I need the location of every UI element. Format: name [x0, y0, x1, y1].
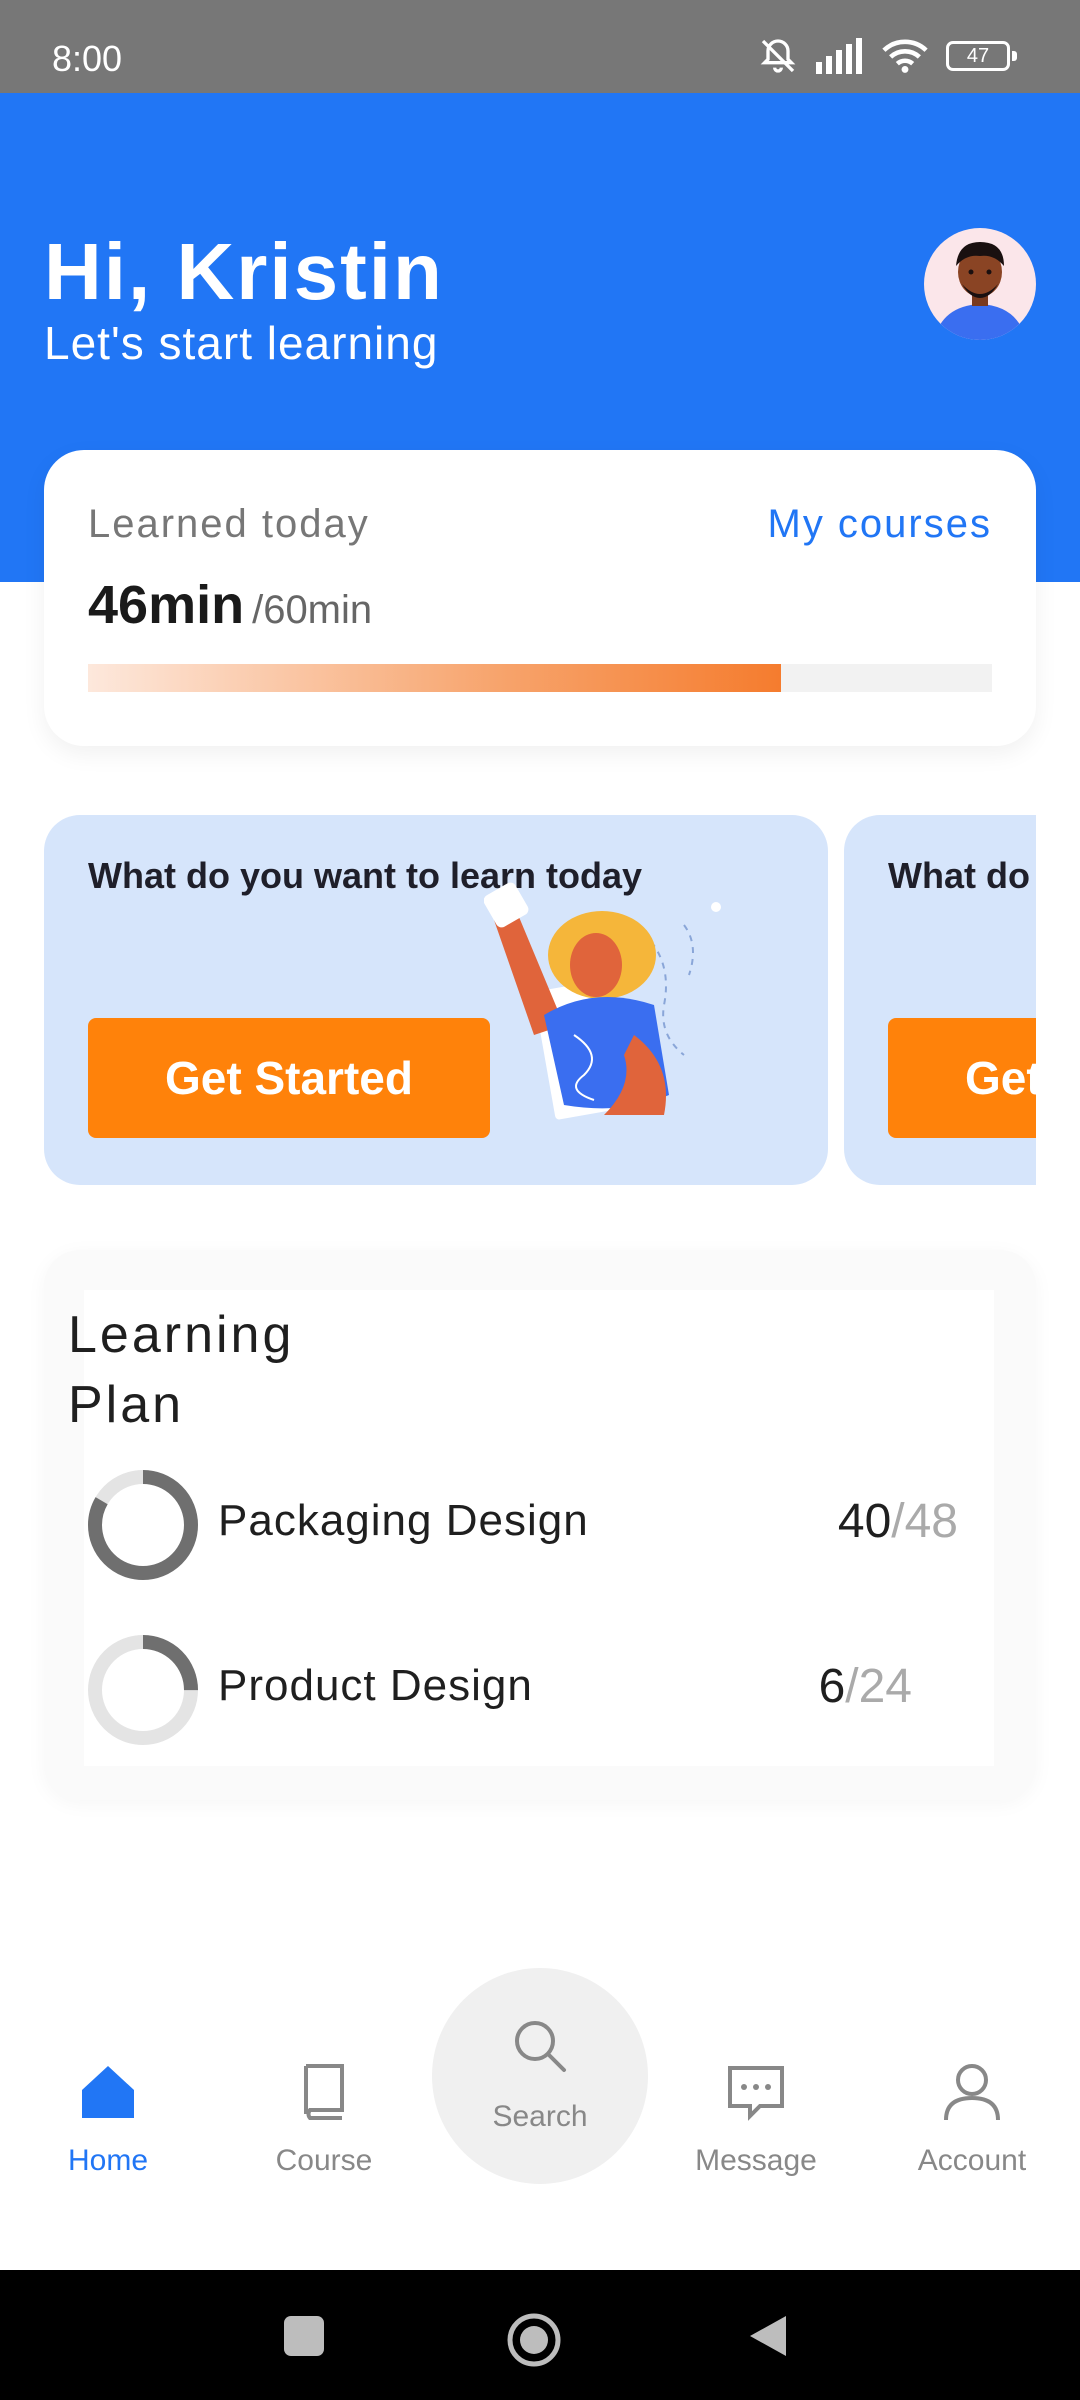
nav-message[interactable]: Message — [676, 2060, 836, 2178]
home-circle-icon[interactable] — [506, 2312, 562, 2368]
search-label: Search — [492, 2100, 588, 2133]
avatar[interactable] — [924, 228, 1036, 340]
promo-carousel[interactable]: What do you want to learn today Get Star… — [44, 815, 1036, 1185]
bell-muted-icon — [760, 39, 796, 73]
list-item[interactable]: Packaging Design 40/48 — [88, 1470, 998, 1580]
home-icon — [82, 2066, 134, 2118]
promo-card[interactable]: What do you want to learn today Get Star… — [844, 815, 1036, 1185]
progress-bar-fill — [88, 664, 782, 692]
promo-card[interactable]: What do you want to learn today Get Star… — [44, 815, 828, 1185]
promo-title: What do you want to learn today — [888, 855, 1036, 896]
back-icon[interactable] — [744, 2312, 792, 2360]
get-started-button[interactable]: Get Started — [88, 1018, 490, 1138]
nav-home[interactable]: Home — [28, 2060, 188, 2178]
user-icon — [944, 2064, 1000, 2121]
search-button[interactable]: Search — [432, 1968, 648, 2184]
progress-ring-icon — [88, 1635, 198, 1745]
learned-today-label: Learned today — [88, 502, 370, 546]
battery-icon: 47 — [946, 41, 1017, 71]
nav-account-label: Account — [917, 2144, 1027, 2177]
nav-home-label: Home — [67, 2144, 149, 2177]
progress-bar — [88, 664, 992, 692]
list-item[interactable]: Product Design 6/24 — [88, 1635, 998, 1745]
status-time: 8:00 — [52, 38, 123, 79]
get-started-button[interactable]: Get Started — [888, 1018, 1036, 1138]
nav-account[interactable]: Account — [892, 2060, 1052, 2178]
lesson-count: 6/24 — [818, 1660, 912, 1713]
system-navigation-bar — [0, 2270, 1080, 2400]
nav-course-label: Course — [275, 2144, 373, 2177]
book-icon — [304, 2064, 344, 2120]
course-name: Product Design — [218, 1661, 533, 1710]
learning-plan-title: Learning Plan — [68, 1306, 295, 1434]
greeting-subtitle: Let's start learning — [44, 317, 439, 369]
course-name: Packaging Design — [218, 1496, 589, 1545]
greeting-title: Hi, Kristin — [44, 227, 444, 316]
signal-icon — [816, 38, 862, 74]
learning-progress-card: Learned today My courses 46min /60min — [44, 450, 1036, 746]
minutes-row: 46min /60min — [88, 574, 372, 636]
message-icon — [728, 2066, 784, 2121]
wifi-icon — [882, 39, 928, 73]
nav-message-label: Message — [695, 2144, 817, 2177]
status-bar: 8:00 47 — [0, 0, 1080, 93]
minutes-goal: /60min — [252, 588, 373, 632]
search-icon — [515, 2021, 566, 2072]
my-courses-link[interactable]: My courses — [768, 502, 993, 547]
minutes-learned: 46min — [88, 575, 245, 635]
nav-course[interactable]: Course — [244, 2060, 404, 2178]
learning-plan-card: Learning Plan Packaging Design 40/48 Pro… — [44, 1250, 1036, 1800]
progress-ring-icon — [88, 1470, 198, 1580]
user-avatar-icon — [934, 242, 1026, 340]
lesson-count: 40/48 — [837, 1495, 958, 1548]
student-illustration — [484, 882, 721, 1120]
recents-icon[interactable] — [280, 2312, 328, 2360]
status-icons: 47 — [758, 36, 1017, 76]
